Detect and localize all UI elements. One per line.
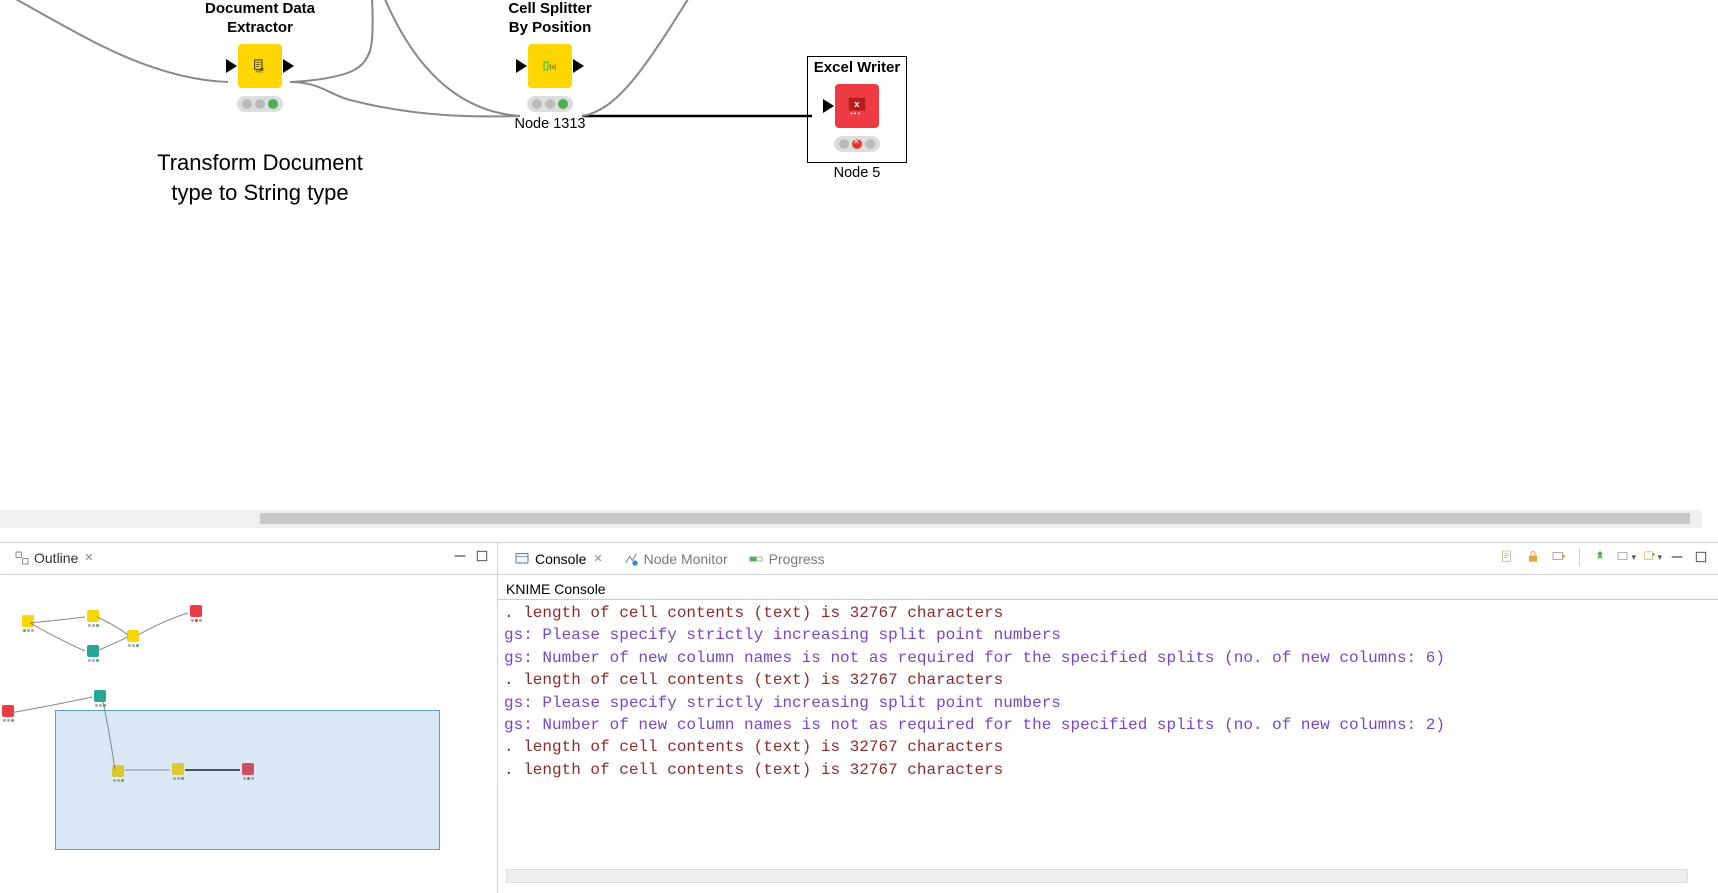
node-label: Node 1313	[475, 116, 625, 132]
display-console-button[interactable]	[1549, 547, 1569, 567]
node-title: Document Data Extractor	[170, 0, 350, 38]
split-cell-icon: [a]	[542, 58, 558, 74]
tab-console[interactable]: Console ✕	[504, 546, 613, 572]
maximize-icon	[1693, 549, 1709, 565]
new-console-icon	[1642, 549, 1657, 565]
outline-panel: Outline ✕	[0, 543, 498, 893]
excel-icon: x	[846, 95, 868, 117]
node-cell-splitter[interactable]: Cell Splitter By Position [a] Node 1313	[475, 0, 625, 132]
new-console-dropdown[interactable]: ▾	[1642, 547, 1662, 567]
open-console-dropdown[interactable]: ▾	[1616, 547, 1636, 567]
tab-progress[interactable]: Progress	[738, 546, 835, 572]
tab-label: Progress	[769, 551, 825, 567]
pin-button[interactable]	[1590, 547, 1610, 567]
tab-label: Node Monitor	[644, 551, 728, 567]
dropdown-icon	[1616, 549, 1631, 565]
minimap-viewport[interactable]	[55, 710, 440, 850]
output-port[interactable]	[283, 59, 294, 73]
node-body[interactable]: ABC	[238, 44, 282, 88]
minimize-icon	[1669, 549, 1685, 565]
tab-label: Console	[535, 551, 586, 567]
outline-tabs: Outline ✕	[0, 543, 497, 575]
node-label: Node 5	[792, 165, 922, 181]
status-traffic-light	[527, 96, 573, 112]
tab-label: Outline	[34, 550, 78, 566]
input-port[interactable]	[516, 59, 527, 73]
separator	[1579, 548, 1580, 566]
node-monitor-icon	[623, 551, 639, 567]
minimize-button[interactable]	[451, 548, 469, 564]
console-scrollbar-horizontal[interactable]	[506, 869, 1688, 883]
node-document-data-extractor[interactable]: Document Data Extractor ABC	[170, 0, 350, 116]
node-body[interactable]: [a]	[528, 44, 572, 88]
console-output[interactable]: . length of cell contents (text) is 3276…	[498, 600, 1718, 783]
status-traffic-light	[237, 96, 283, 112]
close-icon[interactable]: ✕	[84, 551, 93, 564]
maximize-button[interactable]	[473, 548, 491, 564]
node-body[interactable]: x	[835, 84, 879, 128]
console-icon	[514, 551, 530, 567]
svg-text:[a]: [a]	[550, 64, 556, 70]
svg-text:ABC: ABC	[255, 68, 263, 73]
node-excel-writer[interactable]: Excel Writer x Node 5	[792, 56, 922, 181]
lock-icon	[1525, 549, 1541, 565]
clear-console-button[interactable]	[1497, 547, 1517, 567]
workflow-canvas[interactable]: Document Data Extractor ABC Transform Do…	[0, 0, 1718, 510]
tab-node-monitor[interactable]: Node Monitor	[613, 546, 738, 572]
scroll-lock-button[interactable]	[1523, 547, 1543, 567]
maximize-icon	[474, 548, 490, 564]
tab-outline[interactable]: Outline ✕	[6, 545, 102, 573]
node-annotation: Transform Document type to String type	[145, 148, 375, 207]
output-port[interactable]	[573, 59, 584, 73]
close-icon[interactable]: ✕	[593, 552, 602, 565]
display-icon	[1551, 549, 1567, 565]
page-icon	[1499, 549, 1515, 565]
console-panel: Console ✕ Node Monitor Progress ▾ ▾	[498, 543, 1718, 893]
console-title: KNIME Console	[498, 575, 1718, 600]
console-tabs: Console ✕ Node Monitor Progress ▾ ▾	[498, 543, 1718, 575]
status-traffic-light	[834, 136, 880, 152]
progress-icon	[748, 551, 764, 567]
pin-icon	[1592, 549, 1608, 565]
input-port[interactable]	[226, 59, 237, 73]
scrollbar-thumb[interactable]	[260, 513, 1690, 524]
node-title: Cell Splitter By Position	[475, 0, 625, 38]
maximize-button[interactable]	[1692, 549, 1710, 565]
document-icon: ABC	[252, 58, 268, 74]
minimize-icon	[452, 548, 468, 564]
outline-icon	[14, 550, 30, 566]
canvas-scrollbar-horizontal[interactable]	[0, 510, 1702, 528]
outline-minimap[interactable]	[0, 575, 497, 893]
minimize-button[interactable]	[1668, 549, 1686, 565]
input-port[interactable]	[823, 99, 834, 113]
node-title: Excel Writer	[814, 59, 900, 78]
